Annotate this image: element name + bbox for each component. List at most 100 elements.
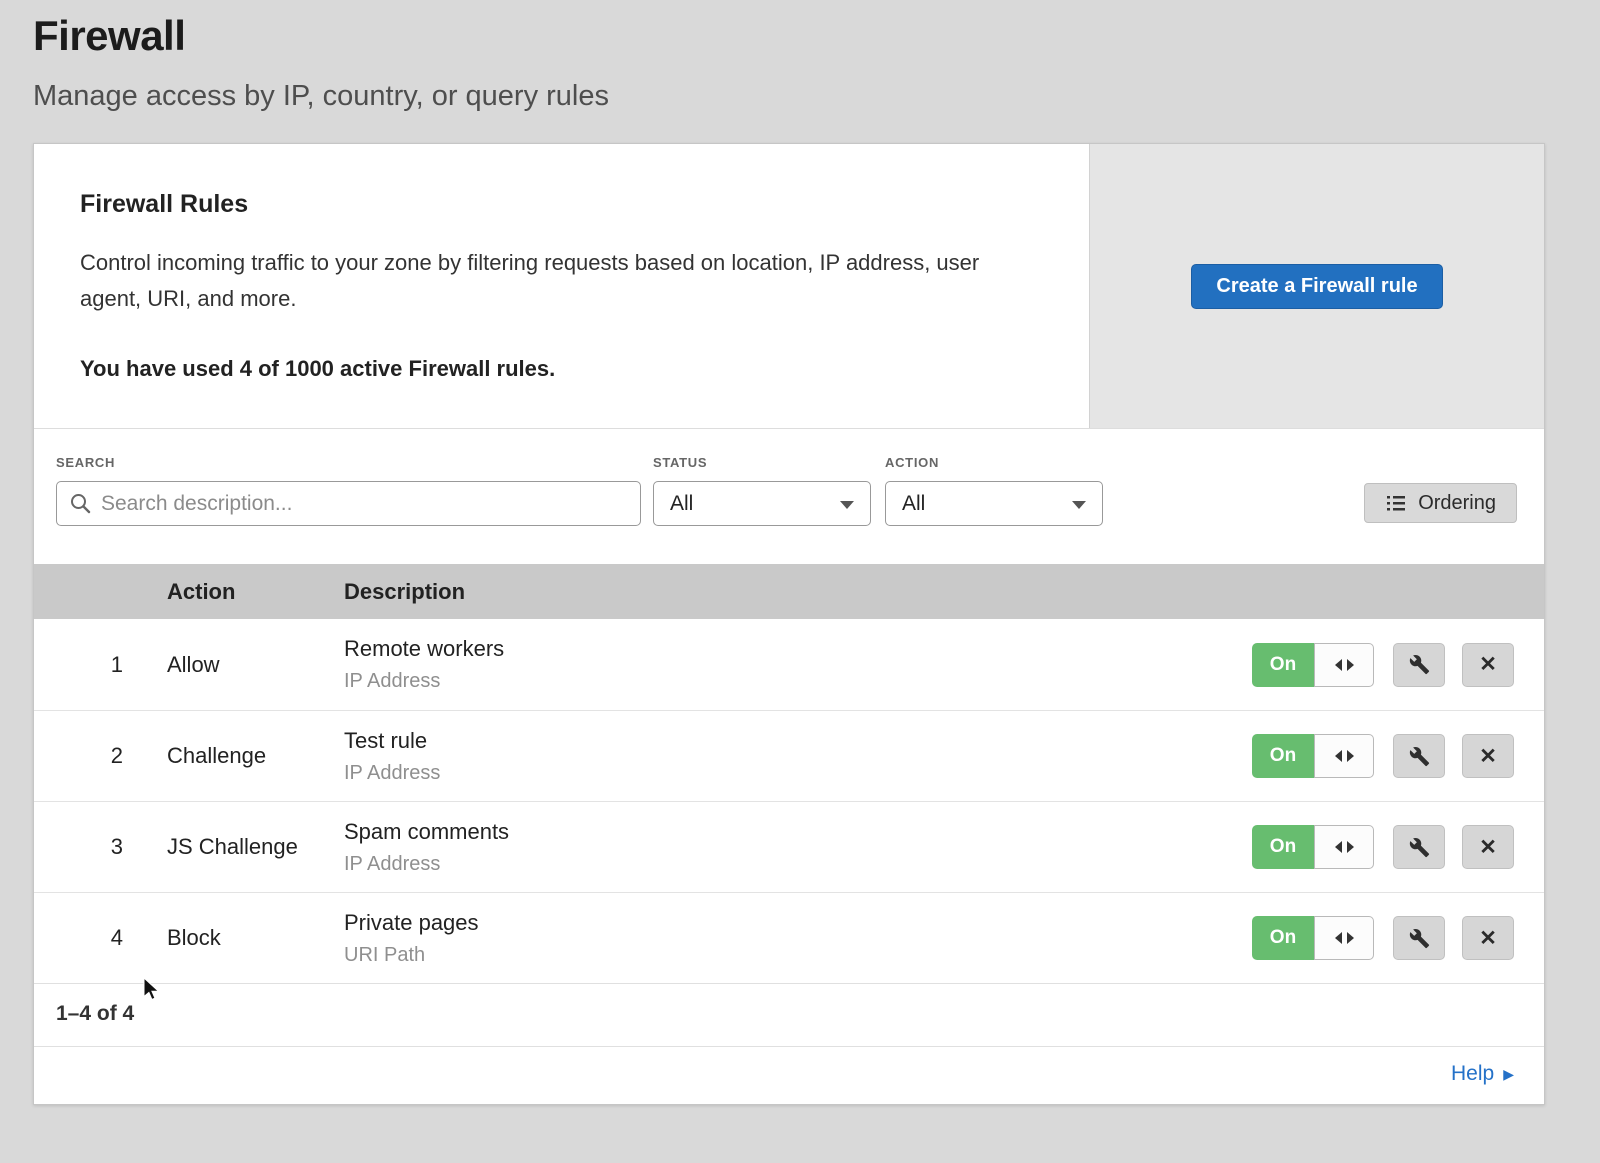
- rule-number: 4: [34, 925, 167, 951]
- rule-action: JS Challenge: [167, 834, 344, 860]
- wrench-icon: [1409, 654, 1430, 675]
- status-select[interactable]: All: [653, 481, 871, 526]
- rule-match-type: IP Address: [344, 853, 1252, 876]
- rule-controls: On ✕: [1252, 734, 1514, 778]
- edit-rule-button[interactable]: [1393, 643, 1445, 687]
- rule-action: Challenge: [167, 743, 344, 769]
- create-rule-panel: Create a Firewall rule: [1089, 144, 1544, 428]
- search-filter-group: SEARCH: [56, 455, 641, 526]
- edit-rule-button[interactable]: [1393, 734, 1445, 778]
- card-top-section: Firewall Rules Control incoming traffic …: [34, 144, 1544, 429]
- firewall-rules-intro: Firewall Rules Control incoming traffic …: [34, 144, 1089, 428]
- close-icon: ✕: [1479, 744, 1497, 769]
- table-row: 2 Challenge Test rule IP Address On ✕: [34, 710, 1544, 801]
- action-label: ACTION: [885, 455, 1103, 470]
- wrench-icon: [1409, 746, 1430, 767]
- rule-controls: On ✕: [1252, 643, 1514, 687]
- rule-number: 3: [34, 834, 167, 860]
- priority-reorder-button[interactable]: [1314, 643, 1374, 687]
- rule-match-type: URI Path: [344, 944, 1252, 967]
- chevron-down-icon: [840, 501, 854, 509]
- delete-rule-button[interactable]: ✕: [1462, 734, 1514, 778]
- arrow-right-icon: [1347, 750, 1354, 762]
- arrow-left-icon: [1335, 932, 1342, 944]
- priority-reorder-button[interactable]: [1314, 916, 1374, 960]
- status-select-value: All: [670, 492, 693, 516]
- table-header-row: Action Description: [34, 564, 1544, 619]
- rule-description: Spam comments: [344, 819, 1252, 845]
- close-icon: ✕: [1479, 652, 1497, 677]
- wrench-icon: [1409, 928, 1430, 949]
- rule-description: Test rule: [344, 728, 1252, 754]
- section-description: Control incoming traffic to your zone by…: [80, 245, 1029, 316]
- arrow-left-icon: [1335, 841, 1342, 853]
- rule-enabled-toggle[interactable]: On: [1252, 643, 1314, 687]
- pagination: 1–4 of 4: [34, 983, 1544, 1046]
- create-firewall-rule-button[interactable]: Create a Firewall rule: [1191, 264, 1442, 309]
- rule-description-cell: Test rule IP Address: [344, 728, 1252, 785]
- rule-enabled-toggle[interactable]: On: [1252, 734, 1314, 778]
- rule-controls: On ✕: [1252, 916, 1514, 960]
- rule-action: Allow: [167, 652, 344, 678]
- action-select[interactable]: All: [885, 481, 1103, 526]
- rule-number: 1: [34, 652, 167, 678]
- table-row: 3 JS Challenge Spam comments IP Address …: [34, 801, 1544, 892]
- column-header-description: Description: [344, 579, 1544, 605]
- status-filter-group: STATUS All: [653, 455, 871, 526]
- rule-description: Private pages: [344, 910, 1252, 936]
- rule-toggle-group: On: [1252, 916, 1374, 960]
- rule-enabled-toggle[interactable]: On: [1252, 916, 1314, 960]
- ordering-button[interactable]: Ordering: [1364, 483, 1517, 523]
- card-footer: Help ▶: [34, 1046, 1544, 1104]
- wrench-icon: [1409, 837, 1430, 858]
- page-header: Firewall Manage access by IP, country, o…: [0, 0, 1600, 113]
- delete-rule-button[interactable]: ✕: [1462, 825, 1514, 869]
- delete-rule-button[interactable]: ✕: [1462, 916, 1514, 960]
- rule-number: 2: [34, 743, 167, 769]
- search-label: SEARCH: [56, 455, 641, 470]
- rule-action: Block: [167, 925, 344, 951]
- rule-toggle-group: On: [1252, 643, 1374, 687]
- ordering-button-label: Ordering: [1418, 492, 1496, 515]
- arrow-right-icon: [1347, 659, 1354, 671]
- delete-rule-button[interactable]: ✕: [1462, 643, 1514, 687]
- help-link-label: Help: [1451, 1062, 1494, 1086]
- usage-summary: You have used 4 of 1000 active Firewall …: [80, 356, 1029, 382]
- rule-description-cell: Private pages URI Path: [344, 910, 1252, 967]
- priority-reorder-button[interactable]: [1314, 734, 1374, 778]
- page-subtitle: Manage access by IP, country, or query r…: [33, 80, 1567, 113]
- close-icon: ✕: [1479, 926, 1497, 951]
- action-filter-group: ACTION All: [885, 455, 1103, 526]
- chevron-down-icon: [1072, 501, 1086, 509]
- arrow-right-icon: [1347, 932, 1354, 944]
- rule-description: Remote workers: [344, 636, 1252, 662]
- search-icon: [69, 492, 92, 515]
- arrow-left-icon: [1335, 659, 1342, 671]
- table-row: 1 Allow Remote workers IP Address On ✕: [34, 619, 1544, 710]
- firewall-rules-card: Firewall Rules Control incoming traffic …: [33, 143, 1545, 1105]
- section-heading: Firewall Rules: [80, 190, 1029, 219]
- help-link[interactable]: Help ▶: [1451, 1062, 1514, 1086]
- arrow-right-icon: [1347, 841, 1354, 853]
- close-icon: ✕: [1479, 835, 1497, 860]
- page-title: Firewall: [33, 12, 1567, 60]
- table-row: 4 Block Private pages URI Path On ✕: [34, 892, 1544, 983]
- rule-enabled-toggle[interactable]: On: [1252, 825, 1314, 869]
- edit-rule-button[interactable]: [1393, 916, 1445, 960]
- edit-rule-button[interactable]: [1393, 825, 1445, 869]
- rule-match-type: IP Address: [344, 670, 1252, 693]
- rule-match-type: IP Address: [344, 762, 1252, 785]
- rule-toggle-group: On: [1252, 825, 1374, 869]
- search-input[interactable]: [56, 481, 641, 526]
- priority-reorder-button[interactable]: [1314, 825, 1374, 869]
- arrow-left-icon: [1335, 750, 1342, 762]
- rules-table-body: 1 Allow Remote workers IP Address On ✕: [34, 619, 1544, 983]
- filters-bar: SEARCH STATUS All ACTION All: [34, 429, 1544, 564]
- status-label: STATUS: [653, 455, 871, 470]
- action-select-value: All: [902, 492, 925, 516]
- rule-description-cell: Remote workers IP Address: [344, 636, 1252, 693]
- ordered-list-icon: [1385, 492, 1407, 514]
- rule-toggle-group: On: [1252, 734, 1374, 778]
- rule-description-cell: Spam comments IP Address: [344, 819, 1252, 876]
- help-arrow-icon: ▶: [1503, 1067, 1514, 1081]
